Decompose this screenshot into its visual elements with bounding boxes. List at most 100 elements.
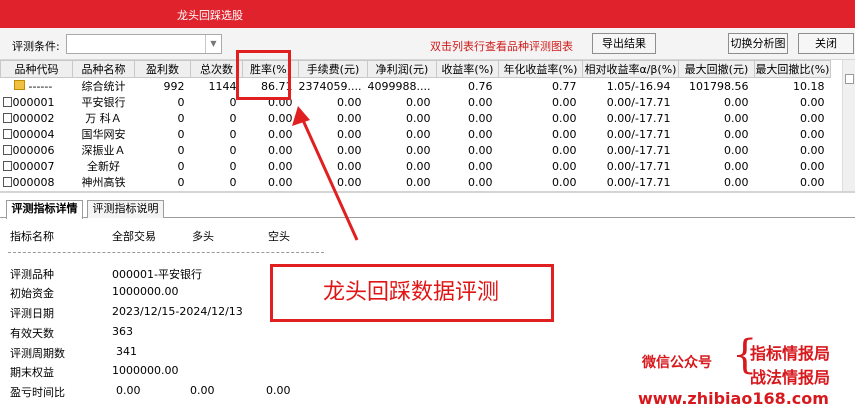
- cell-return: 0.00: [467, 111, 493, 125]
- condition-select[interactable]: ▼: [66, 34, 222, 54]
- tab-explain[interactable]: 评测指标说明: [87, 200, 164, 218]
- col-header[interactable]: 品种名称: [72, 60, 135, 78]
- cell-annual: 0.00: [551, 175, 577, 189]
- cell-maxdd: 0.00: [723, 127, 749, 141]
- cell-fee: 0.00: [336, 95, 362, 109]
- col-header[interactable]: 净利润(元): [366, 60, 437, 78]
- detail-label: 评测日期: [10, 307, 54, 320]
- condition-label: 评测条件:: [12, 40, 60, 53]
- cell-maxdd: 0.00: [723, 143, 749, 157]
- table-row[interactable]: 000002 万 科Ａ 0 0 0.00 0.00 0.00 0.00 0.00 0.00/-17…: [1, 110, 831, 126]
- cell-fee: 0.00: [336, 175, 362, 189]
- cell-annual: 0.77: [498, 77, 583, 94]
- hint-text: 双击列表行查看品种评测图表: [430, 40, 573, 53]
- cell-winrate: 0.00: [268, 111, 293, 125]
- col-header[interactable]: 年化收益率(%): [497, 60, 583, 78]
- detail-value: 341: [116, 345, 137, 358]
- cell-profit: 0.00: [405, 143, 431, 157]
- cell-profit: 0.00: [405, 159, 431, 173]
- detail-label: 盈亏时间比: [10, 386, 65, 399]
- cell-name: 全新好: [87, 160, 120, 173]
- table-row-total[interactable]: ------ 综合统计 992 1144 86.71 2374059.... 4…: [0, 77, 831, 94]
- cell-winrate: 0.00: [268, 159, 293, 173]
- cell-fee: 2374059....: [298, 77, 368, 94]
- results-table: 品种代码 品种名称 盈利数 总次数 胜率(%) 手续费(元) 净利润(元) 收益…: [0, 60, 842, 192]
- cell-return: 0.00: [467, 143, 493, 157]
- watermark-line2: 战法情报局: [750, 368, 831, 387]
- vertical-scrollbar[interactable]: [842, 60, 855, 192]
- detail-tabs: 评测指标详情 评测指标说明: [0, 198, 855, 219]
- document-icon: [2, 113, 12, 123]
- table-row[interactable]: 000006 深振业Ａ 0 0 0.00 0.00 0.00 0.00 0.00 0.00/-17…: [1, 142, 831, 158]
- cell-winrate: 0.00: [268, 143, 293, 157]
- cell-profit: 4099988....: [367, 77, 437, 94]
- cell-fee: 0.00: [336, 111, 362, 125]
- cell-maxdd-ratio: 0.00: [799, 175, 825, 189]
- cell-wins: 0: [177, 127, 185, 141]
- cell-return: 0.00: [467, 127, 493, 141]
- switch-chart-button[interactable]: 切换分析图: [728, 33, 788, 54]
- scroll-thumb[interactable]: [845, 74, 854, 84]
- annotation-text: 龙头回踩数据评测: [322, 280, 499, 305]
- winrate-highlight-box: [236, 50, 291, 100]
- close-button[interactable]: 关闭: [798, 33, 854, 54]
- cell-name: 深振业Ａ: [81, 144, 126, 157]
- detail-header-short: 空头: [268, 230, 290, 243]
- detail-label: 评测周期数: [10, 347, 65, 360]
- cell-winrate: 0.00: [268, 175, 293, 189]
- cell-maxdd: 0.00: [723, 159, 749, 173]
- cell-annual: 0.00: [551, 95, 577, 109]
- detail-label: 期末权益: [10, 366, 54, 379]
- document-icon: [2, 177, 12, 187]
- cell-code: 000004: [12, 127, 55, 141]
- toolbar: 评测条件: ▼ 双击列表行查看品种评测图表 导出结果 切换分析图 关闭: [0, 28, 855, 60]
- col-header[interactable]: 盈利数: [134, 60, 191, 78]
- cell-relative: 1.05/-16.94: [582, 77, 679, 94]
- folder-icon: [13, 80, 25, 90]
- cell-code: 000006: [12, 143, 55, 157]
- tab-detail[interactable]: 评测指标详情: [6, 200, 83, 219]
- cell-maxdd-ratio: 0.00: [799, 159, 825, 173]
- watermark-site: www.zhibiao168.com: [638, 389, 829, 408]
- cell-code: 000007: [12, 159, 55, 173]
- col-header[interactable]: 收益率(%): [435, 60, 499, 78]
- pane-splitter[interactable]: [0, 191, 855, 193]
- cell-total: 1144: [190, 77, 243, 94]
- cell-return: 0.00: [467, 159, 493, 173]
- col-header[interactable]: 最大回撤(元): [677, 60, 755, 78]
- table-row[interactable]: 000001 平安银行 0 0 0.00 0.00 0.00 0.00 0.00 0.00/-17…: [1, 94, 831, 110]
- col-header[interactable]: 相对收益率α/β(%): [581, 60, 679, 78]
- col-header[interactable]: 总次数: [190, 60, 243, 78]
- cell-maxdd-ratio: 0.00: [799, 143, 825, 157]
- detail-value-all: 0.00: [116, 384, 141, 397]
- cell-name: 国华网安: [81, 128, 126, 141]
- cell-relative: 0.00/-17.71: [606, 175, 671, 189]
- cell-wins: 0: [177, 159, 185, 173]
- detail-header-long: 多头: [192, 230, 214, 243]
- col-header[interactable]: 最大回撤比(%): [753, 60, 831, 78]
- table-row[interactable]: 000008 神州高铁 0 0 0.00 0.00 0.00 0.00 0.00 0.00/-17…: [1, 174, 831, 190]
- document-icon: [2, 161, 12, 171]
- col-header[interactable]: 品种代码: [0, 60, 73, 78]
- cell-code: 000008: [12, 175, 55, 189]
- chevron-down-icon[interactable]: ▼: [205, 35, 221, 53]
- cell-return: 0.00: [467, 175, 493, 189]
- export-button[interactable]: 导出结果: [592, 33, 656, 54]
- cell-total: 0: [229, 95, 237, 109]
- cell-annual: 0.00: [551, 159, 577, 173]
- cell-relative: 0.00/-17.71: [606, 159, 671, 173]
- cell-total: 0: [229, 127, 237, 141]
- cell-maxdd-ratio: 0.00: [799, 95, 825, 109]
- cell-fee: 0.00: [336, 143, 362, 157]
- cell-return: 0.00: [467, 95, 493, 109]
- cell-fee: 0.00: [336, 127, 362, 141]
- detail-header-all: 全部交易: [112, 230, 156, 243]
- table-row[interactable]: 000007 全新好 0 0 0.00 0.00 0.00 0.00 0.00 0.00/-17.…: [1, 158, 831, 174]
- cell-name: 万 科Ａ: [85, 112, 122, 125]
- cell-wins: 0: [177, 143, 185, 157]
- cell-fee: 0.00: [336, 159, 362, 173]
- table-row[interactable]: 000004 国华网安 0 0 0.00 0.00 0.00 0.00 0.00 0.00/-17…: [1, 126, 831, 142]
- detail-value-long: 0.00: [190, 384, 215, 397]
- col-header[interactable]: 手续费(元): [298, 60, 368, 78]
- document-icon: [2, 129, 12, 139]
